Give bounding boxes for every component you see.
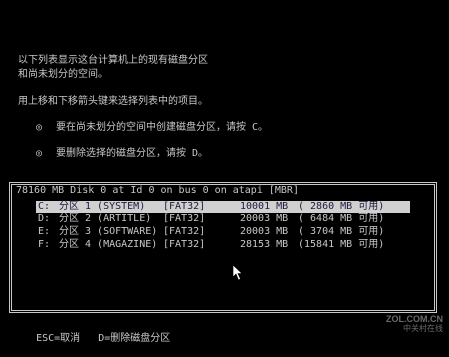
file-system: [FAT32]: [163, 201, 206, 212]
free-space: ( 2860 MB 可用): [298, 201, 385, 212]
partition-row-d[interactable]: D: 分区 2 (ARTITLE) [FAT32] 20003 MB ( 648…: [36, 213, 410, 225]
partition-row-c[interactable]: C: 分区 1 (SYSTEM) [FAT32] 10001 MB ( 2860…: [36, 201, 410, 213]
option-create-text: 要在尚未划分的空间中创建磁盘分区，请按 C。: [56, 122, 269, 133]
option-delete-text: 要删除选择的磁盘分区，请按 D。: [56, 148, 209, 159]
free-space: ( 6484 MB 可用): [298, 213, 385, 224]
free-space: (15841 MB 可用): [298, 239, 385, 250]
partition-name: 分区 2 (ARTITLE): [59, 213, 152, 224]
watermark-sub: 中关村在线: [403, 324, 443, 333]
partition-row-f[interactable]: F: 分区 4 (MAGAZINE) [FAT32] 28153 MB (158…: [36, 239, 410, 251]
status-bar: ESC=取消 D=删除磁盘分区: [12, 321, 170, 357]
drive-letter: D:: [38, 213, 51, 224]
esc-cancel-hint[interactable]: ESC=取消: [36, 333, 80, 344]
file-system: [FAT32]: [163, 239, 206, 250]
partition-size: 20003 MB: [240, 226, 289, 237]
drive-letter: E:: [38, 226, 51, 237]
free-space: ( 3704 MB 可用): [298, 226, 385, 237]
drive-letter: F:: [38, 239, 51, 250]
intro-line-1: 以下列表显示这台计算机上的现有磁盘分区: [18, 55, 208, 66]
intro-line-2: 和尚未划分的空间。: [18, 69, 108, 80]
delete-partition-hint[interactable]: D=删除磁盘分区: [98, 333, 170, 344]
file-system: [FAT32]: [163, 213, 206, 224]
bullet-icon: ◎: [35, 148, 43, 159]
partition-name: 分区 1 (SYSTEM): [59, 201, 146, 212]
disk-header: 78160 MB Disk 0 at Id 0 on bus 0 on atap…: [15, 185, 300, 197]
partition-row-e[interactable]: E: 分区 3 (SOFTWARE) [FAT32] 20003 MB ( 37…: [36, 226, 410, 238]
drive-letter: C:: [38, 201, 51, 212]
file-system: [FAT32]: [163, 226, 206, 237]
partition-size: 20003 MB: [240, 213, 289, 224]
partition-name: 分区 4 (MAGAZINE): [59, 239, 158, 250]
mouse-pointer-icon: [233, 265, 243, 281]
intro-line-3: 用上移和下移箭头键来选择列表中的项目。: [18, 96, 208, 107]
partition-name: 分区 3 (SOFTWARE): [59, 226, 158, 237]
partition-size: 28153 MB: [240, 239, 289, 250]
watermark: ZOL.COM.CN 中关村在线: [386, 314, 443, 334]
watermark-site: ZOL.COM.CN: [386, 314, 443, 324]
partition-size: 10001 MB: [240, 201, 289, 212]
bullet-icon: ◎: [35, 122, 43, 133]
